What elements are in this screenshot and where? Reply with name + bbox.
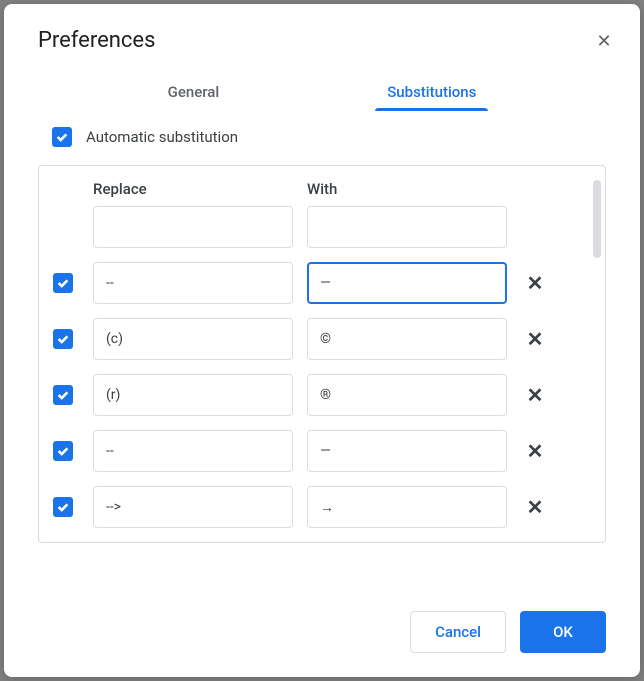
replace-input[interactable] — [93, 486, 293, 528]
delete-slot: ✕ — [521, 437, 549, 465]
table-row: ✕ — [53, 318, 581, 360]
row-checkbox[interactable] — [53, 497, 73, 517]
delete-button[interactable]: ✕ — [521, 493, 549, 521]
check-icon — [56, 388, 70, 402]
check-icon — [56, 332, 70, 346]
close-button[interactable]: ✕ — [592, 29, 616, 53]
row-checkbox-slot — [53, 329, 79, 349]
with-input[interactable] — [307, 374, 507, 416]
table-scroll-area[interactable]: Replace With ✕ ✕ ✕ ✕ ✕ — [39, 166, 605, 542]
auto-substitution-label: Automatic substitution — [86, 128, 238, 146]
delete-icon: ✕ — [527, 439, 544, 464]
dialog-footer: Cancel OK — [4, 583, 640, 677]
check-icon — [55, 130, 69, 144]
table-header: Replace With — [53, 180, 581, 198]
with-input[interactable] — [307, 486, 507, 528]
table-row: ✕ — [53, 486, 581, 528]
delete-button[interactable]: ✕ — [521, 381, 549, 409]
delete-icon: ✕ — [527, 271, 544, 296]
ok-button[interactable]: OK — [520, 611, 606, 653]
row-checkbox[interactable] — [53, 273, 73, 293]
with-input[interactable] — [307, 206, 507, 248]
column-header-replace: Replace — [93, 180, 293, 198]
row-checkbox[interactable] — [53, 329, 73, 349]
with-input[interactable] — [307, 318, 507, 360]
delete-icon: ✕ — [527, 383, 544, 408]
row-checkbox-slot — [53, 441, 79, 461]
with-input[interactable] — [307, 430, 507, 472]
delete-button[interactable]: ✕ — [521, 437, 549, 465]
row-checkbox[interactable] — [53, 385, 73, 405]
table-row: ✕ — [53, 430, 581, 472]
replace-input[interactable] — [93, 430, 293, 472]
replace-input[interactable] — [93, 206, 293, 248]
replace-input[interactable] — [93, 262, 293, 304]
cancel-button[interactable]: Cancel — [410, 611, 506, 653]
delete-slot: ✕ — [521, 325, 549, 353]
check-icon — [56, 276, 70, 290]
delete-button[interactable]: ✕ — [521, 325, 549, 353]
dialog-title: Preferences — [38, 28, 155, 53]
check-icon — [56, 444, 70, 458]
dialog-header: Preferences ✕ — [4, 4, 640, 69]
row-checkbox[interactable] — [53, 441, 73, 461]
column-header-with: With — [307, 180, 507, 198]
with-input[interactable] — [307, 262, 507, 304]
replace-input[interactable] — [93, 374, 293, 416]
table-row — [53, 206, 581, 248]
row-checkbox-slot — [53, 273, 79, 293]
close-icon: ✕ — [596, 32, 611, 50]
tab-substitutions[interactable]: Substitutions — [383, 77, 480, 107]
row-checkbox-slot — [53, 497, 79, 517]
auto-substitution-checkbox[interactable] — [52, 127, 72, 147]
delete-icon: ✕ — [527, 327, 544, 352]
row-checkbox-slot — [53, 385, 79, 405]
delete-slot: ✕ — [521, 269, 549, 297]
check-icon — [56, 500, 70, 514]
delete-slot: ✕ — [521, 493, 549, 521]
delete-button[interactable]: ✕ — [521, 269, 549, 297]
delete-icon: ✕ — [527, 495, 544, 520]
replace-input[interactable] — [93, 318, 293, 360]
substitutions-table: Replace With ✕ ✕ ✕ ✕ ✕ — [38, 165, 606, 543]
tab-general[interactable]: General — [164, 77, 224, 107]
auto-substitution-row: Automatic substitution — [4, 127, 640, 165]
delete-slot: ✕ — [521, 381, 549, 409]
table-row: ✕ — [53, 374, 581, 416]
scrollbar[interactable] — [593, 180, 601, 258]
preferences-dialog: Preferences ✕ General Substitutions Auto… — [4, 4, 640, 677]
table-row: ✕ — [53, 262, 581, 304]
tab-bar: General Substitutions — [4, 69, 640, 127]
